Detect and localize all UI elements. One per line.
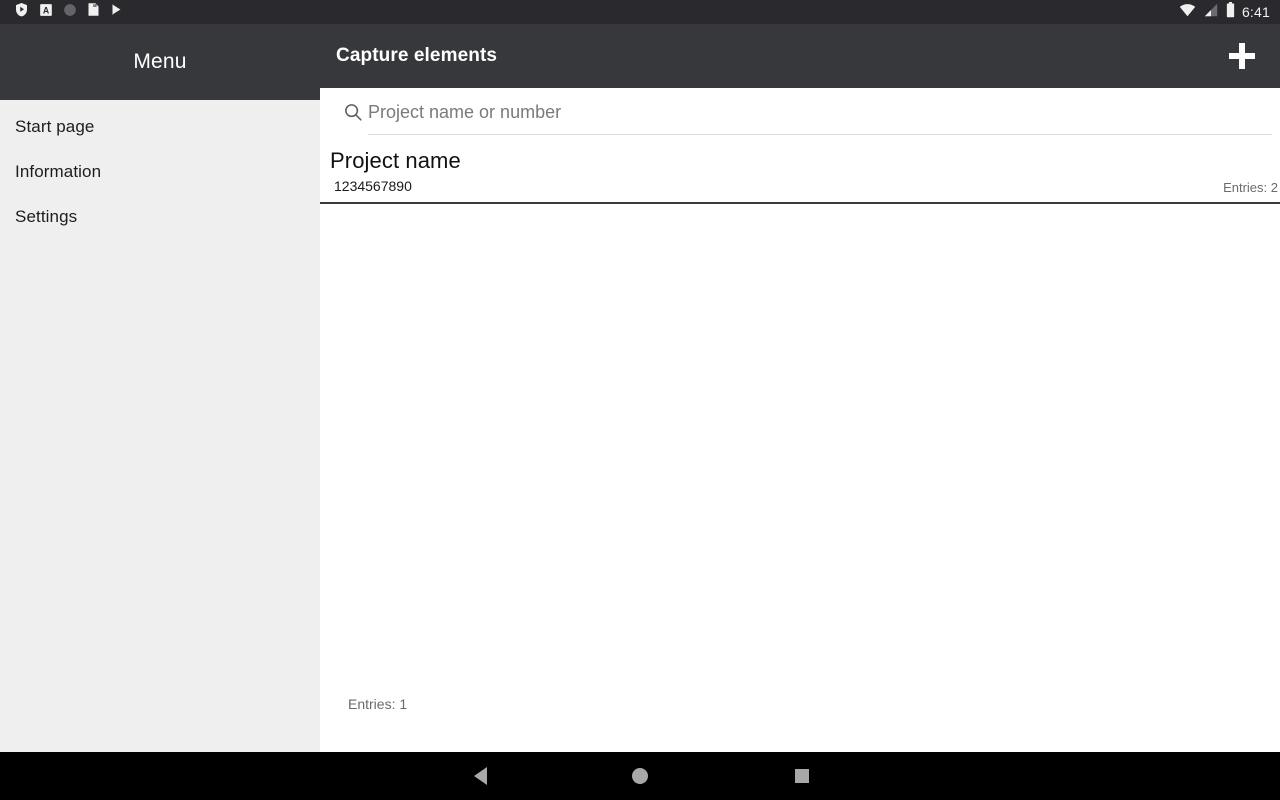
status-bar: A 6:41 (0, 0, 1280, 24)
sidebar-item-settings[interactable]: Settings (0, 194, 320, 239)
page-title: Capture elements (336, 45, 498, 66)
table-row[interactable]: Project name 1234567890 Entries: 2 (320, 144, 1280, 204)
status-bar-right-icons: 6:41 (1179, 0, 1270, 24)
search-underline (368, 134, 1272, 135)
project-name: Project name (330, 148, 461, 173)
home-icon (632, 768, 648, 784)
status-bar-left-icons: A (0, 2, 125, 22)
search-icon (342, 101, 364, 123)
sidebar-item-label: Information (15, 161, 102, 181)
app-root: A 6:41 Capture elements Menu Start page … (0, 0, 1280, 800)
status-bar-clock: 6:41 (1241, 4, 1270, 20)
recents-icon (795, 769, 809, 783)
recents-button[interactable] (757, 752, 847, 800)
adaway-letter-a-icon: A (39, 3, 53, 22)
project-number: 1234567890 (334, 178, 412, 194)
plus-icon (1229, 43, 1255, 69)
navigation-drawer: Start page Information Settings (0, 100, 320, 752)
footer-entries-count: Entries: 1 (348, 696, 408, 712)
drawer-header-title: Menu (133, 50, 187, 73)
battery-icon (1226, 1, 1235, 23)
project-entries-count: Entries: 2 (1223, 180, 1278, 195)
gray-circle-icon (63, 3, 77, 22)
play-protect-shield-icon (14, 2, 29, 22)
row-divider (320, 202, 1280, 204)
back-icon (473, 767, 487, 785)
wifi-icon (1179, 3, 1196, 22)
sd-card-icon (87, 2, 100, 22)
svg-text:A: A (43, 5, 50, 15)
drawer-header: Menu (0, 24, 320, 100)
sidebar-item-label: Settings (15, 206, 78, 226)
content-area: Project name 1234567890 Entries: 2 Entri… (320, 88, 1280, 752)
home-button[interactable] (595, 752, 685, 800)
sidebar-item-label: Start page (15, 116, 95, 136)
cellular-signal-icon (1203, 3, 1219, 22)
add-button[interactable] (1216, 24, 1268, 88)
sidebar-item-information[interactable]: Information (0, 149, 320, 194)
search-bar (320, 88, 1280, 136)
back-button[interactable] (435, 752, 525, 800)
android-navigation-bar (0, 752, 1280, 800)
play-store-icon (110, 2, 125, 22)
sidebar-item-start-page[interactable]: Start page (0, 104, 320, 149)
search-input[interactable] (368, 96, 1272, 128)
